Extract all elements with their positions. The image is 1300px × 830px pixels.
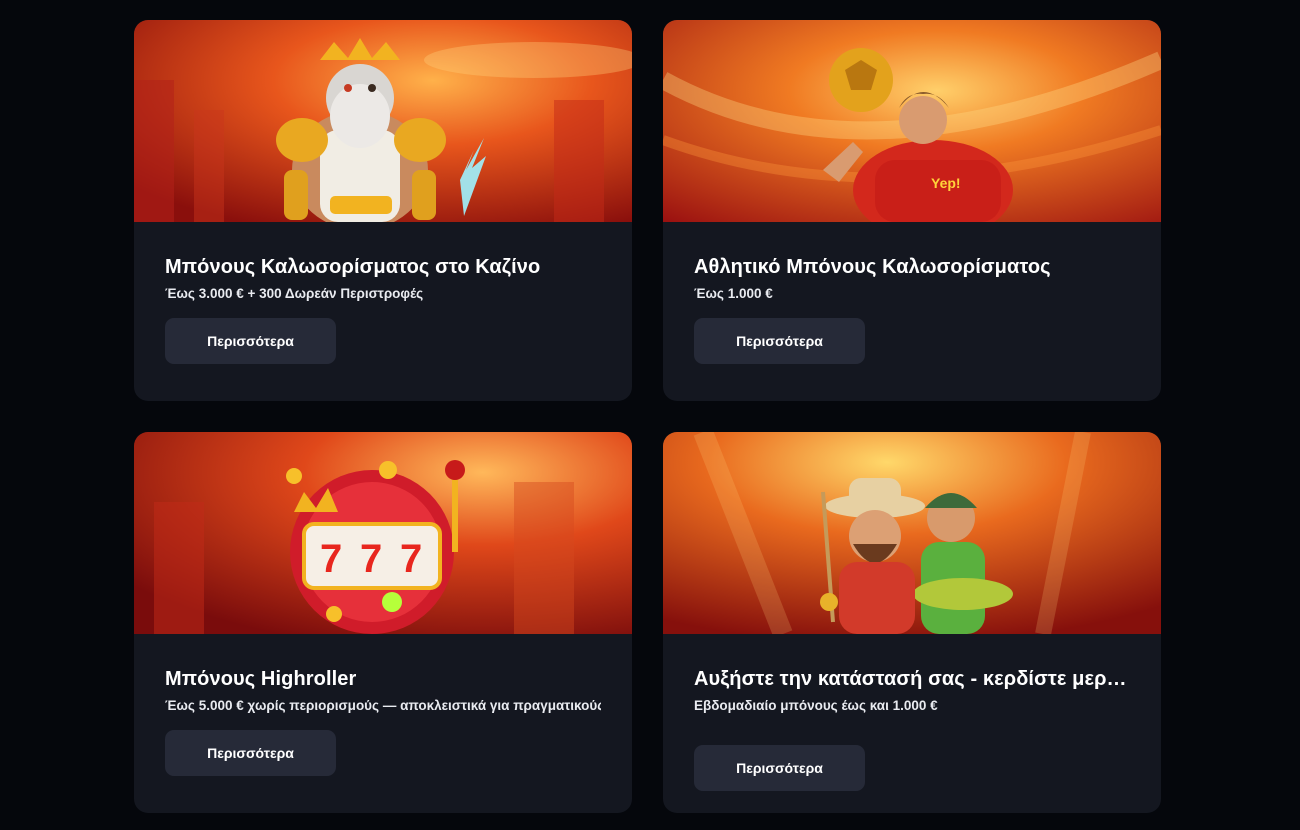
promo-title: Μπόνους Καλωσορίσματος στο Καζίνο: [165, 256, 541, 278]
fishermen-characters-illustration: [663, 432, 1161, 634]
promo-subtitle: Εβδομαδιαίο μπόνους έως και 1.000 €: [694, 698, 938, 713]
promo-banner-image: [663, 432, 1161, 634]
more-button[interactable]: Περισσότερα: [694, 318, 865, 364]
slot-machine-777-illustration: 7 7 7: [134, 432, 632, 634]
promo-title: Αυξήστε την κατάστασή σας - κερδίστε μερ…: [694, 668, 1130, 690]
reel-symbol: 7: [360, 537, 382, 581]
promo-card-sports-welcome: Yep! Αθλητικό Μπόνους Καλωσορίσματος Έως…: [663, 20, 1161, 401]
promo-title: Μπόνους Highroller: [165, 668, 357, 690]
promo-card-content: Μπόνους Καλωσορίσματος στο Καζίνο Έως 3.…: [134, 222, 632, 364]
promo-banner-image: Yep!: [663, 20, 1161, 222]
promo-title: Αθλητικό Μπόνους Καλωσορίσματος: [694, 256, 1051, 278]
jersey-text: Yep!: [931, 175, 961, 191]
promo-subtitle: Έως 3.000 € + 300 Δωρεάν Περιστροφές: [165, 286, 424, 301]
promo-card-highroller: 7 7 7 Μπόνους Highroller Έως 5.000 € χωρ…: [134, 432, 632, 813]
promo-card-weekly-status: Αυξήστε την κατάστασή σας - κερδίστε μερ…: [663, 432, 1161, 813]
promo-card-casino-welcome: Μπόνους Καλωσορίσματος στο Καζίνο Έως 3.…: [134, 20, 632, 401]
reel-symbol: 7: [320, 537, 342, 581]
promo-banner-image: 7 7 7: [134, 432, 632, 634]
promo-card-content: Αυξήστε την κατάστασή σας - κερδίστε μερ…: [663, 634, 1161, 791]
promo-card-content: Αθλητικό Μπόνους Καλωσορίσματος Έως 1.00…: [663, 222, 1161, 364]
promo-subtitle: Έως 1.000 €: [694, 286, 773, 301]
promo-subtitle: Έως 5.000 € χωρίς περιορισμούς — αποκλει…: [165, 698, 601, 713]
zeus-character-illustration: [134, 20, 632, 222]
reel-symbol: 7: [400, 537, 422, 581]
more-button[interactable]: Περισσότερα: [165, 730, 336, 776]
promo-banner-image: [134, 20, 632, 222]
promo-card-content: Μπόνους Highroller Έως 5.000 € χωρίς περ…: [134, 634, 632, 776]
football-player-illustration: Yep!: [663, 20, 1161, 222]
more-button[interactable]: Περισσότερα: [165, 318, 336, 364]
more-button[interactable]: Περισσότερα: [694, 745, 865, 791]
